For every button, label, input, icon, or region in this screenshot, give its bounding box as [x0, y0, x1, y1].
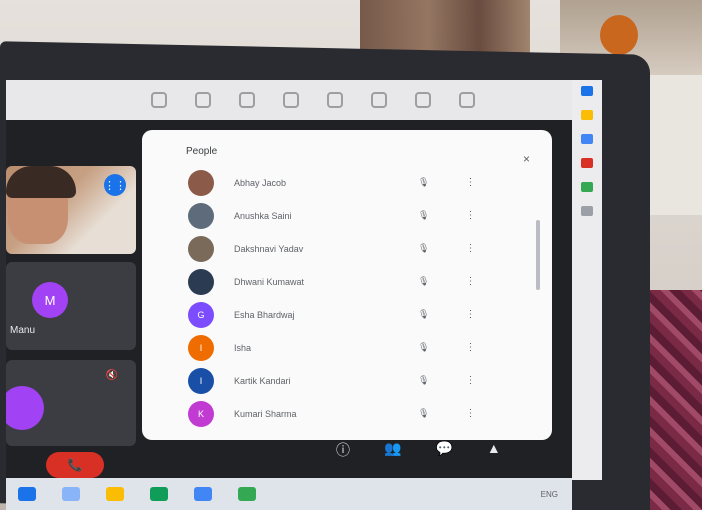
avatar — [188, 235, 214, 262]
end-call-button[interactable]: 📞 — [46, 452, 104, 478]
close-icon[interactable]: × — [523, 152, 530, 166]
participant-tile[interactable]: M Manu — [6, 262, 136, 350]
panel-title: People — [186, 146, 218, 157]
eraser-icon[interactable] — [239, 92, 255, 108]
mic-icon[interactable]: 🎙 — [418, 210, 429, 221]
pen-icon[interactable] — [151, 92, 167, 108]
share-icon[interactable] — [415, 92, 431, 108]
participant-avatar-2 — [6, 386, 44, 430]
meeting-screen: ⋮⋮ M Manu 🔇 📞 People × Abhay Jacob 🎙 ⋮ Anus… — [6, 80, 572, 480]
language-indicator: ENG — [540, 489, 558, 499]
shape-icon[interactable] — [195, 92, 211, 108]
info-icon[interactable]: ⓘ — [336, 440, 350, 460]
maps-icon[interactable] — [581, 182, 593, 192]
participant-name: Dhwani Kumawat — [234, 276, 305, 287]
participant-name: Abhay Jacob — [234, 177, 287, 188]
mic-off-icon: 🔇 — [105, 370, 118, 381]
participant-tile-2[interactable]: 🔇 — [6, 360, 136, 446]
text-icon[interactable] — [283, 92, 299, 108]
speaking-indicator-icon: ⋮⋮ — [104, 174, 126, 196]
more-options-icon[interactable]: ⋮ — [465, 342, 475, 353]
avatar: K — [188, 400, 214, 427]
more-options-icon[interactable]: ⋮ — [465, 375, 475, 386]
mic-icon[interactable]: 🎙 — [418, 309, 429, 320]
contacts-icon[interactable] — [581, 158, 593, 168]
people-icon[interactable]: 👥 — [384, 440, 401, 460]
participant-row[interactable]: I Isha 🎙 ⋮ — [188, 331, 518, 364]
participant-name: Esha Bhardwaj — [234, 309, 295, 320]
mic-icon[interactable]: 🎙 — [418, 276, 429, 287]
more-options-icon[interactable]: ⋮ — [465, 276, 475, 287]
add-icon[interactable] — [581, 206, 593, 216]
participant-row[interactable]: Abhay Jacob 🎙 ⋮ — [188, 166, 518, 199]
participant-name: Dakshnavi Yadav — [234, 243, 304, 254]
background-lamp — [600, 15, 638, 55]
more-options-icon[interactable]: ⋮ — [465, 177, 475, 188]
undo-icon[interactable] — [327, 92, 343, 108]
mic-icon[interactable]: 🎙 — [418, 375, 429, 386]
participant-video-tile[interactable]: ⋮⋮ — [6, 166, 136, 254]
browser-toolbar — [6, 80, 572, 120]
mic-icon[interactable]: 🎙 — [418, 408, 429, 419]
more-options-icon[interactable]: ⋮ — [465, 309, 475, 320]
participant-row[interactable]: Anushka Saini 🎙 ⋮ — [188, 199, 518, 232]
keep-icon[interactable] — [581, 110, 593, 120]
participant-row[interactable]: K Kumari Sharma 🎙 ⋮ — [188, 397, 518, 430]
start-icon[interactable] — [18, 487, 36, 501]
more-options-icon[interactable]: ⋮ — [465, 243, 475, 254]
avatar — [188, 268, 214, 295]
activities-icon[interactable]: ▲ — [487, 440, 501, 460]
participant-hair — [6, 166, 76, 198]
more-options-icon[interactable]: ⋮ — [465, 210, 475, 221]
side-panel — [572, 80, 602, 480]
participant-name: Manu — [10, 325, 36, 336]
participant-name: Kumari Sharma — [234, 408, 297, 419]
panel-scrollbar[interactable] — [536, 220, 540, 290]
edge-icon[interactable] — [150, 487, 168, 501]
participant-name: Kartik Kandari — [234, 375, 291, 386]
avatar: I — [188, 334, 214, 361]
chrome-icon[interactable] — [238, 487, 256, 501]
tasks-icon[interactable] — [581, 134, 593, 144]
avatar: I — [188, 367, 214, 394]
participant-row[interactable]: I Kartik Kandari 🎙 ⋮ — [188, 364, 518, 397]
settings-icon[interactable] — [371, 92, 387, 108]
people-panel: People × Abhay Jacob 🎙 ⋮ Anushka Saini 🎙 ⋮ Dak… — [142, 130, 552, 440]
mic-icon[interactable]: 🎙 — [418, 342, 429, 353]
files-icon[interactable] — [106, 487, 124, 501]
store-icon[interactable] — [194, 487, 212, 501]
participant-row[interactable]: Dhwani Kumawat 🎙 ⋮ — [188, 265, 518, 298]
photo-scene: ⋮⋮ M Manu 🔇 📞 People × Abhay Jacob 🎙 ⋮ Anus… — [0, 0, 702, 510]
avatar — [188, 169, 214, 196]
mic-icon[interactable]: 🎙 — [418, 243, 429, 254]
participant-name: Anushka Saini — [234, 210, 292, 221]
avatar: G — [188, 301, 214, 328]
call-controls: ⓘ 👥 💬 ▲ — [336, 440, 501, 460]
participant-row[interactable]: Dakshnavi Yadav 🎙 ⋮ — [188, 232, 518, 265]
mic-icon[interactable]: 🎙 — [418, 177, 429, 188]
participant-row[interactable]: G Esha Bhardwaj 🎙 ⋮ — [188, 298, 518, 331]
calendar-icon[interactable] — [581, 86, 593, 96]
avatar — [188, 202, 214, 229]
participant-name: Isha — [234, 342, 252, 353]
more-options-icon[interactable]: ⋮ — [465, 408, 475, 419]
menu-icon[interactable] — [459, 92, 475, 108]
os-taskbar: ENG — [6, 478, 572, 510]
participant-avatar: M — [32, 282, 68, 318]
chat-icon[interactable]: 💬 — [435, 440, 452, 460]
search-icon[interactable] — [62, 487, 80, 501]
participant-list: Abhay Jacob 🎙 ⋮ Anushka Saini 🎙 ⋮ Dakshnavi Ya… — [188, 166, 518, 430]
